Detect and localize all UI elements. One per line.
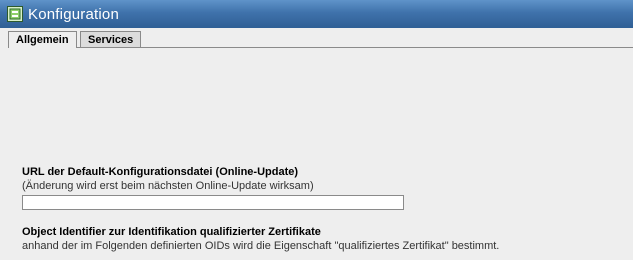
default-config-url-input[interactable] (22, 195, 404, 210)
window-titlebar[interactable]: Konfiguration (0, 0, 633, 28)
tab-strip: Allgemein Services (8, 31, 633, 48)
tab-allgemein[interactable]: Allgemein (8, 31, 77, 48)
url-section-heading: URL der Default-Konfigurationsdatei (Onl… (22, 166, 299, 178)
window-title: Konfiguration (28, 5, 119, 23)
configuration-icon (7, 6, 23, 22)
oid-section-heading: Object Identifier zur Identifikation qua… (22, 226, 321, 238)
tab-services[interactable]: Services (80, 31, 142, 47)
tab-divider (8, 47, 633, 48)
oid-section-description: anhand der im Folgenden definierten OIDs… (22, 240, 500, 252)
url-section-hint: (Änderung wird erst beim nächsten Online… (22, 180, 314, 192)
